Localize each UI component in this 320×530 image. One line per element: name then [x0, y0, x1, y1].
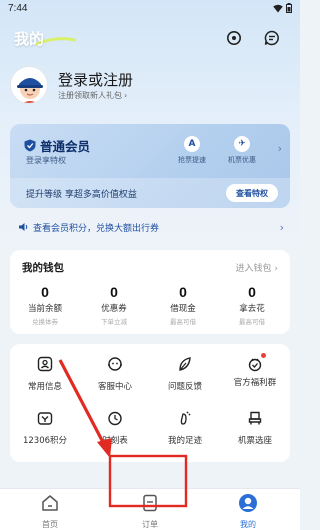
- wallet-title: 我的钱包: [22, 262, 64, 274]
- message-icon[interactable]: [264, 30, 280, 46]
- service-seat-select[interactable]: 机票选座: [220, 410, 290, 446]
- footprint-icon: [180, 411, 191, 425]
- feedback-icon: [179, 357, 191, 371]
- tab-label: 我的: [240, 520, 256, 529]
- service-label: 时刻表: [102, 436, 128, 446]
- user-info-icon: [37, 356, 53, 372]
- vip-feature-label: 抢票提速: [178, 156, 206, 164]
- status-bar: 7:44: [0, 0, 300, 18]
- wallet-hint: 下单立减: [101, 318, 127, 326]
- tab-label: 订单: [142, 520, 158, 529]
- shield-icon: [24, 139, 36, 152]
- login-section[interactable]: 登录或注册 注册领取新人礼包 ›: [10, 66, 290, 112]
- wallet-label: 当前余额: [27, 304, 62, 314]
- enter-wallet-text: 进入钱包: [235, 264, 272, 274]
- service-label: 我的足迹: [167, 436, 202, 446]
- service-label: 官方福利群: [233, 378, 277, 388]
- status-time: 7:44: [8, 3, 28, 14]
- seat-select-icon: [248, 411, 262, 425]
- tab-profile[interactable]: 我的: [218, 493, 278, 530]
- service-points[interactable]: 12306积分: [10, 410, 80, 446]
- login-subtitle-text: 注册领取新人礼包: [58, 91, 122, 100]
- wallet-card: 我的钱包 进入钱包 › 0 当前余额 兑换体券 0 优惠券 下单立减 0 借现金…: [10, 250, 290, 334]
- service-footprint[interactable]: 我的足迹: [150, 410, 220, 446]
- services-card: 常用信息 客服中心 问题反馈 官方福利群 12306积分 时刻表 我的足迹 机票…: [10, 344, 290, 462]
- service-customer-service[interactable]: 客服中心: [80, 356, 150, 392]
- speaker-icon: [19, 223, 28, 231]
- battery-icon: [286, 3, 292, 13]
- service-label: 客服中心: [97, 382, 132, 392]
- wallet-coupons[interactable]: 0 优惠券 下单立减: [83, 284, 145, 326]
- vip-promo-bar: 提升等级 享超多高价值权益 查看特权: [10, 178, 290, 208]
- tab-label: 首页: [42, 520, 58, 529]
- wallet-label: 借现金: [170, 304, 196, 314]
- vip-title: 普通会员: [24, 136, 90, 155]
- service-user-info[interactable]: 常用信息: [10, 356, 80, 392]
- vip-title-text: 普通会员: [40, 139, 91, 154]
- profile-icon: [239, 494, 257, 512]
- wallet-value: 0: [248, 284, 256, 300]
- status-icons: [273, 3, 292, 13]
- service-label: 机票选座: [237, 436, 272, 446]
- wallet-hint: 兑换体券: [32, 318, 58, 326]
- chevron-right-icon: ›: [279, 221, 284, 234]
- customer-service-icon: [108, 357, 122, 371]
- wallet-value: 0: [41, 284, 49, 300]
- wallet-label: 拿去花: [239, 304, 265, 314]
- vip-feature-label: 机票优惠: [228, 156, 256, 164]
- wallet-credit[interactable]: 0 拿去花 最高可借: [221, 284, 283, 326]
- wallet-loan[interactable]: 0 借现金 最高可借: [152, 284, 214, 326]
- service-label: 问题反馈: [167, 382, 202, 392]
- bottom-tab-bar: 首页 订单 我的: [0, 488, 300, 530]
- wallet-label: 优惠券: [101, 304, 127, 314]
- wifi-icon: [273, 4, 283, 12]
- points-text: 查看会员积分，兑换大额出行券: [33, 223, 160, 234]
- avatar[interactable]: [10, 66, 48, 104]
- rocket-icon: A: [184, 136, 200, 152]
- airport-icon: ✈: [234, 136, 250, 152]
- tab-home[interactable]: 首页: [20, 493, 80, 530]
- tab-orders[interactable]: 订单: [120, 493, 180, 530]
- wallet-balance[interactable]: 0 当前余额 兑换体券: [14, 284, 76, 326]
- service-timetable[interactable]: 时刻表: [80, 410, 150, 446]
- service-label: 12306积分: [22, 436, 68, 446]
- header: 我的: [0, 22, 300, 54]
- timetable-icon: [108, 411, 122, 426]
- avatar-illustration: [11, 67, 47, 103]
- view-privileges-button[interactable]: 查看特权: [226, 184, 278, 202]
- service-label: 常用信息: [27, 382, 62, 392]
- page-title: 我的: [14, 30, 45, 48]
- enter-wallet-link[interactable]: 进入钱包 ›: [236, 261, 278, 274]
- target-icon[interactable]: [226, 30, 242, 46]
- points-banner[interactable]: 查看会员积分，兑换大额出行券 ›: [10, 214, 290, 240]
- vip-subtitle: 登录享特权: [26, 156, 66, 165]
- welfare-group-icon: [248, 358, 262, 372]
- home-icon: [42, 495, 58, 511]
- vip-promo-text: 提升等级 享超多高价值权益: [26, 190, 137, 200]
- chevron-right-icon: ›: [277, 142, 282, 155]
- wallet-value: 0: [179, 284, 187, 300]
- wallet-hint: 最高可借: [170, 318, 196, 326]
- service-feedback[interactable]: 问题反馈: [150, 356, 220, 392]
- wallet-hint: 最高可借: [239, 318, 265, 326]
- order-icon: [143, 494, 157, 512]
- vip-card[interactable]: 普通会员 登录享特权 A 抢票提速 ✈ 机票优惠 › 提升等级 享超多高价值权益…: [10, 124, 290, 208]
- points-icon: [37, 412, 53, 425]
- login-title[interactable]: 登录或注册: [58, 69, 133, 90]
- notification-dot: [261, 353, 266, 358]
- welfare-group-wrapper: [247, 353, 266, 372]
- service-welfare-group[interactable]: 官方福利群: [220, 353, 290, 388]
- wallet-value: 0: [110, 284, 118, 300]
- chevron-right-icon: ›: [124, 91, 128, 100]
- login-subtitle[interactable]: 注册领取新人礼包 ›: [58, 90, 127, 101]
- vip-feature-flight[interactable]: ✈ 机票优惠: [222, 136, 262, 165]
- vip-feature-ticket[interactable]: A 抢票提速: [172, 136, 212, 165]
